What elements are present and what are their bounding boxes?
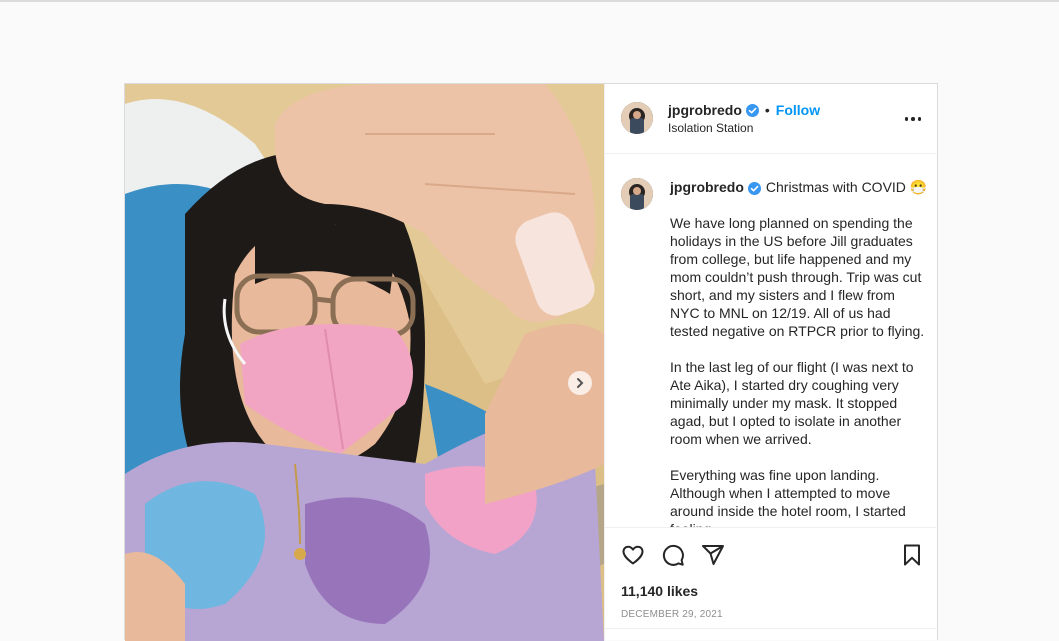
verified-badge-icon — [747, 181, 761, 195]
location-link[interactable]: Isolation Station — [668, 121, 753, 135]
username-link[interactable]: jpgrobredo — [668, 102, 742, 118]
post-caption: jpgrobredo Christmas with COVID 😷 We hav… — [670, 178, 928, 527]
follow-button[interactable]: Follow — [776, 102, 820, 118]
caption-paragraph: We have long planned on spending the hol… — [670, 215, 926, 339]
caption-title: Christmas with COVID 😷 — [765, 179, 928, 195]
divider — [605, 628, 939, 629]
post-actions: 11,140 likes DECEMBER 29, 2021 — [605, 527, 939, 641]
caption-username-link[interactable]: jpgrobredo — [670, 178, 744, 196]
post-header: jpgrobredo • Follow Isolation Station — [605, 84, 939, 154]
chevron-right-icon — [577, 378, 584, 388]
more-options-icon[interactable] — [904, 117, 921, 121]
share-icon[interactable] — [701, 543, 725, 567]
likes-count[interactable]: 11,140 likes — [621, 583, 698, 599]
caption-paragraph: In the last leg of our flight (I was nex… — [670, 359, 917, 447]
next-photo-button[interactable] — [568, 371, 592, 395]
caption-paragraph: Everything was fine upon landing. Althou… — [670, 467, 906, 527]
avatar[interactable] — [621, 102, 653, 134]
caption-section: jpgrobredo Christmas with COVID 😷 We hav… — [605, 154, 939, 527]
separator-dot: • — [764, 102, 770, 118]
avatar-image — [621, 178, 653, 210]
heart-icon[interactable] — [621, 543, 645, 567]
top-border — [0, 0, 1059, 2]
verified-badge-icon — [745, 103, 759, 117]
post-photo — [125, 84, 604, 641]
post-date[interactable]: DECEMBER 29, 2021 — [621, 609, 723, 620]
avatar-image — [621, 102, 653, 134]
bookmark-icon[interactable] — [900, 543, 924, 567]
selfie-image — [125, 84, 604, 641]
comment-icon[interactable] — [661, 543, 685, 567]
caption-avatar[interactable] — [621, 178, 653, 210]
post-sidebar: jpgrobredo • Follow Isolation Station jp… — [604, 84, 939, 641]
post-dialog: jpgrobredo • Follow Isolation Station jp… — [124, 83, 939, 641]
